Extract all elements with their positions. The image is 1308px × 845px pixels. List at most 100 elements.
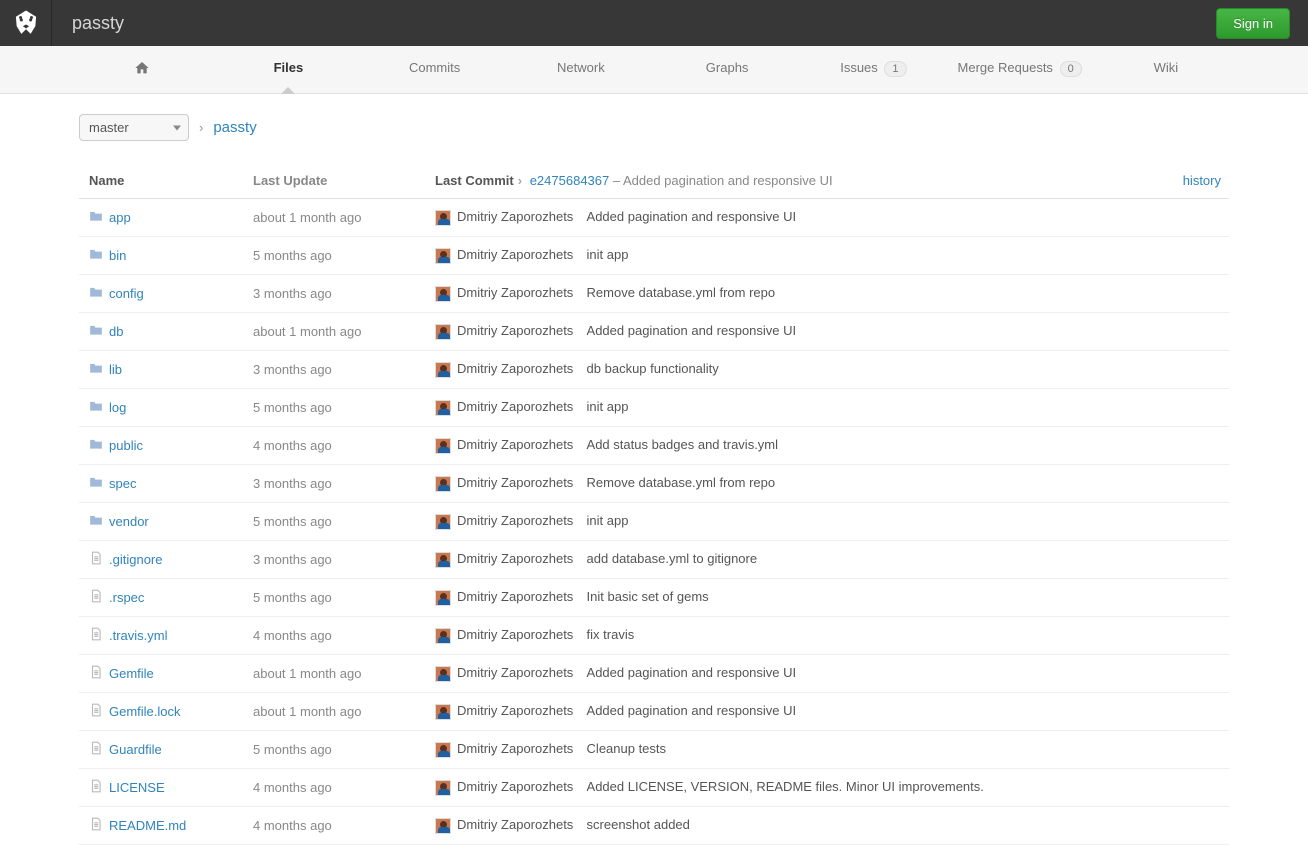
avatar[interactable]: [435, 362, 451, 378]
avatar[interactable]: [435, 514, 451, 530]
file-name-link[interactable]: Guardfile: [109, 742, 162, 757]
last-update: 3 months ago: [245, 465, 427, 503]
table-row: public4 months agoDmitriy Zaporozhets Ad…: [79, 427, 1229, 465]
author-link[interactable]: Dmitriy Zaporozhets: [457, 513, 573, 528]
avatar[interactable]: [435, 666, 451, 682]
file-name-link[interactable]: config: [109, 286, 144, 301]
commit-message: db backup functionality: [573, 361, 718, 376]
table-row: .rspec5 months agoDmitriy Zaporozhets In…: [79, 579, 1229, 617]
avatar[interactable]: [435, 780, 451, 796]
file-icon: [89, 627, 103, 644]
home-icon: [133, 60, 151, 76]
author-link[interactable]: Dmitriy Zaporozhets: [457, 551, 573, 566]
sign-in-button[interactable]: Sign in: [1216, 8, 1290, 39]
author-link[interactable]: Dmitriy Zaporozhets: [457, 627, 573, 642]
last-update: 4 months ago: [245, 769, 427, 807]
last-commit-message: Added pagination and responsive UI: [623, 173, 833, 188]
author-link[interactable]: Dmitriy Zaporozhets: [457, 247, 573, 262]
last-update: 4 months ago: [245, 617, 427, 655]
table-row: Gemfile about 1 month ago Dmitriy Zaporozh…: [79, 655, 1229, 693]
file-name-link[interactable]: vendor: [109, 514, 149, 529]
nav-tabs: Files Commits Network Graphs Issues 1 Me…: [0, 46, 1308, 94]
gitlab-logo-icon: [12, 9, 40, 37]
file-name-link[interactable]: bin: [109, 248, 126, 263]
author-link[interactable]: Dmitriy Zaporozhets: [457, 703, 573, 718]
tab-merge-requests[interactable]: Merge Requests 0: [947, 46, 1093, 93]
table-row: vendor5 months agoDmitriy Zaporozhets in…: [79, 503, 1229, 541]
avatar[interactable]: [435, 400, 451, 416]
table-row: .gitignore3 months agoDmitriy Zaporozhet…: [79, 541, 1229, 579]
avatar[interactable]: [435, 628, 451, 644]
file-name-link[interactable]: .rspec: [109, 590, 144, 605]
file-name-link[interactable]: LICENSE: [109, 780, 165, 795]
history-link[interactable]: history: [1183, 173, 1221, 188]
avatar[interactable]: [435, 742, 451, 758]
last-commit-hash[interactable]: e2475684367: [530, 173, 610, 188]
file-name-link[interactable]: Gemfile.lock: [109, 704, 181, 719]
file-name-link[interactable]: README.md: [109, 818, 186, 833]
commit-message: Init basic set of gems: [573, 589, 708, 604]
file-icon: [89, 665, 103, 682]
last-update: about 1 month ago: [245, 313, 427, 351]
commit-message: fix travis: [573, 627, 634, 642]
author-link[interactable]: Dmitriy Zaporozhets: [457, 741, 573, 756]
last-update: 4 months ago: [245, 807, 427, 845]
folder-icon: [89, 399, 103, 416]
avatar[interactable]: [435, 438, 451, 454]
project-title[interactable]: passty: [52, 13, 124, 34]
tab-issues[interactable]: Issues 1: [800, 46, 946, 93]
branch-selector[interactable]: master: [79, 114, 189, 141]
author-link[interactable]: Dmitriy Zaporozhets: [457, 285, 573, 300]
avatar[interactable]: [435, 248, 451, 264]
last-update: 3 months ago: [245, 275, 427, 313]
avatar[interactable]: [435, 210, 451, 226]
last-update: 5 months ago: [245, 503, 427, 541]
avatar[interactable]: [435, 286, 451, 302]
tab-commits[interactable]: Commits: [362, 46, 508, 93]
mr-count-badge: 0: [1060, 61, 1082, 77]
last-update: 4 months ago: [245, 427, 427, 465]
avatar[interactable]: [435, 818, 451, 834]
file-icon: [89, 589, 103, 606]
top-header: passty Sign in: [0, 0, 1308, 46]
file-name-link[interactable]: .gitignore: [109, 552, 162, 567]
author-link[interactable]: Dmitriy Zaporozhets: [457, 437, 573, 452]
file-name-link[interactable]: .travis.yml: [109, 628, 168, 643]
last-update: 5 months ago: [245, 237, 427, 275]
folder-icon: [89, 437, 103, 454]
author-link[interactable]: Dmitriy Zaporozhets: [457, 209, 573, 224]
author-link[interactable]: Dmitriy Zaporozhets: [457, 779, 573, 794]
avatar[interactable]: [435, 552, 451, 568]
last-update: about 1 month ago: [245, 199, 427, 237]
file-name-link[interactable]: Gemfile: [109, 666, 154, 681]
tab-wiki[interactable]: Wiki: [1093, 46, 1239, 93]
avatar[interactable]: [435, 476, 451, 492]
file-name-link[interactable]: lib: [109, 362, 122, 377]
logo[interactable]: [0, 0, 52, 46]
author-link[interactable]: Dmitriy Zaporozhets: [457, 361, 573, 376]
last-update: about 1 month ago: [245, 655, 427, 693]
author-link[interactable]: Dmitriy Zaporozhets: [457, 399, 573, 414]
tab-files[interactable]: Files: [215, 46, 361, 93]
table-row: appabout 1 month agoDmitriy Zaporozhets …: [79, 199, 1229, 237]
tab-network[interactable]: Network: [508, 46, 654, 93]
file-name-link[interactable]: app: [109, 210, 131, 225]
tab-home[interactable]: [69, 46, 215, 93]
file-name-link[interactable]: public: [109, 438, 143, 453]
avatar[interactable]: [435, 324, 451, 340]
tab-graphs[interactable]: Graphs: [654, 46, 800, 93]
file-name-link[interactable]: spec: [109, 476, 136, 491]
avatar[interactable]: [435, 590, 451, 606]
table-row: bin5 months agoDmitriy Zaporozhets init …: [79, 237, 1229, 275]
file-name-link[interactable]: log: [109, 400, 126, 415]
author-link[interactable]: Dmitriy Zaporozhets: [457, 589, 573, 604]
author-link[interactable]: Dmitriy Zaporozhets: [457, 323, 573, 338]
file-name-link[interactable]: db: [109, 324, 123, 339]
table-row: spec3 months agoDmitriy Zaporozhets Remo…: [79, 465, 1229, 503]
avatar[interactable]: [435, 704, 451, 720]
author-link[interactable]: Dmitriy Zaporozhets: [457, 475, 573, 490]
author-link[interactable]: Dmitriy Zaporozhets: [457, 665, 573, 680]
last-update: 3 months ago: [245, 351, 427, 389]
breadcrumb-repo-link[interactable]: passty: [213, 119, 256, 136]
commit-message: init app: [573, 399, 628, 414]
